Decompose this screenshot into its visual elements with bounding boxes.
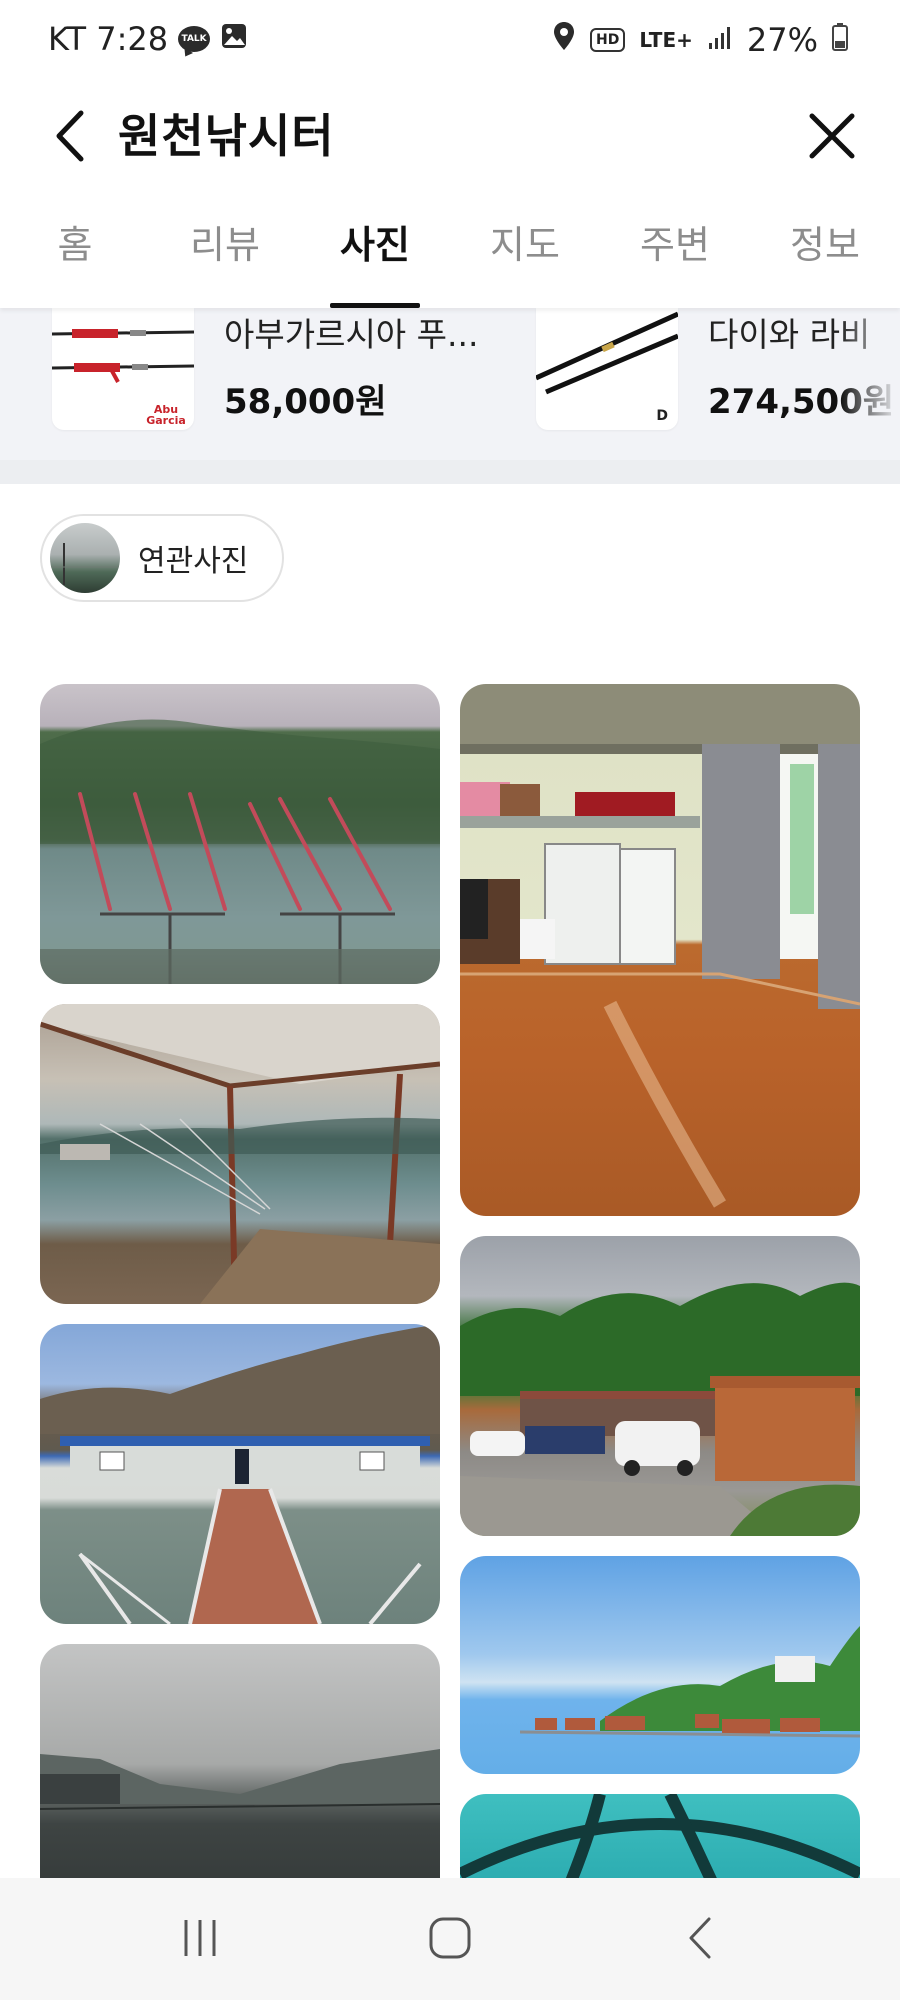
brand-logo: D (656, 408, 668, 424)
status-bar: KT 7:28 TALK HD LTE+ 27% (0, 0, 900, 84)
section-divider (0, 460, 900, 484)
product-name: 아부가르시아 푸... (224, 315, 479, 354)
photo-foggy-lake[interactable] (40, 1644, 440, 1878)
back-button[interactable] (44, 106, 94, 166)
photo-section: 연관사진 (0, 484, 900, 1878)
home-icon (429, 1917, 471, 1959)
talk-icon: TALK (178, 26, 211, 52)
tab-map[interactable]: 지도 (450, 190, 600, 308)
photo-parking-cabins[interactable] (460, 1236, 860, 1536)
recent-apps-button[interactable] (150, 1898, 250, 1978)
location-icon (552, 20, 576, 60)
tab-info[interactable]: 정보 (750, 190, 900, 308)
tab-home[interactable]: 홈 (0, 190, 150, 308)
product-image: Abu Garcia (51, 308, 195, 430)
photo-fishing-rods[interactable] (40, 684, 440, 984)
tab-photos[interactable]: 사진 (300, 190, 450, 308)
back-icon (689, 1917, 711, 1959)
lte-icon: LTE+ (639, 28, 693, 52)
home-button[interactable] (400, 1898, 500, 1978)
back-arrow-icon (56, 110, 84, 162)
clock: KT 7:28 (48, 20, 169, 58)
product-image: D (534, 308, 680, 430)
battery-text: 27% (746, 21, 818, 59)
photo-lakeside-cabins[interactable] (460, 1556, 860, 1774)
product-text: 아부가르시아 푸... 58,000원 (224, 308, 494, 423)
photo-floating-house[interactable] (40, 1324, 440, 1624)
nav-back-button[interactable] (650, 1898, 750, 1978)
recent-apps-icon (184, 1920, 216, 1956)
gallery-icon (220, 20, 248, 58)
related-thumbnail (50, 523, 120, 593)
product-price: 58,000원 (224, 382, 387, 422)
status-right: HD LTE+ 27% (552, 20, 848, 60)
tab-reviews[interactable]: 리뷰 (150, 190, 300, 308)
signal-icon (707, 21, 733, 59)
page-title: 원천낚시터 (118, 109, 335, 163)
photo-teal-dome[interactable] (460, 1794, 860, 1878)
brand-logo: Abu Garcia (146, 403, 186, 427)
hd-icon: HD (590, 28, 626, 52)
status-left: KT 7:28 TALK (48, 20, 248, 58)
close-icon (809, 113, 855, 159)
related-photos-chip[interactable]: 연관사진 (40, 514, 284, 602)
photo-covered-dock[interactable] (40, 1004, 440, 1304)
related-label: 연관사진 (138, 544, 249, 579)
product-card[interactable]: Abu Garcia 아부가르시아 푸... 58,000원 (51, 308, 494, 430)
close-button[interactable] (802, 106, 862, 166)
battery-icon (832, 21, 848, 59)
tab-nearby[interactable]: 주변 (600, 190, 750, 308)
fade-overlay (840, 308, 900, 460)
tab-bar: 홈 리뷰 사진 지도 주변 정보 (0, 190, 900, 308)
system-nav-bar (0, 1878, 900, 2000)
photo-room-interior[interactable] (460, 684, 860, 1216)
shopping-strip: Abu Garcia 아부가르시아 푸... 58,000원 D 다이와 라비 … (0, 308, 900, 460)
